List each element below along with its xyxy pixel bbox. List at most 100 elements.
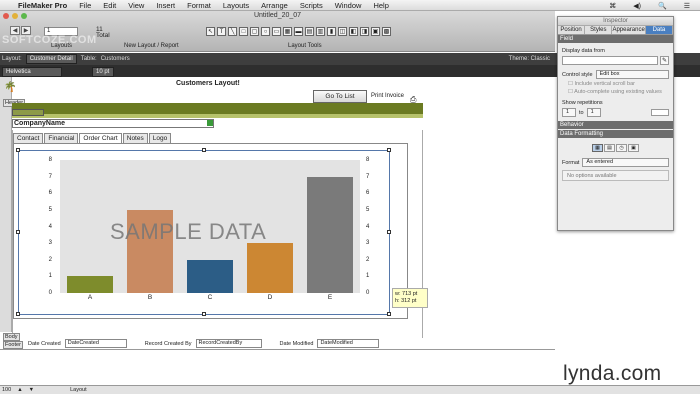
rep-from-field[interactable]: 1 <box>562 108 576 117</box>
y-tick-left: 3 <box>48 240 52 247</box>
tab-bar: Contact Financial Order Chart Notes Logo <box>13 133 172 143</box>
format-label: Format <box>562 159 580 166</box>
menu-help[interactable]: Help <box>367 1 394 10</box>
autocomplete-checkbox[interactable]: ☐ Auto-complete using existing values <box>558 88 673 96</box>
zoom-in-icon[interactable]: ▼ <box>29 387 34 393</box>
menu-format[interactable]: Format <box>181 1 217 10</box>
y-tick-right: 2 <box>366 256 370 263</box>
new-layout-button[interactable]: New Layout / Report <box>124 43 179 49</box>
y-tick-right: 4 <box>366 223 370 230</box>
edit-pencil-icon[interactable]: ✎ <box>660 56 669 65</box>
menu-app[interactable]: FileMaker Pro <box>12 1 73 10</box>
pointer-tool-icon[interactable]: ↖ <box>206 27 215 36</box>
y-tick-right: 7 <box>366 173 370 180</box>
header-mini-object[interactable] <box>12 109 44 116</box>
zoom-out-icon[interactable]: ▲ <box>17 387 22 393</box>
font-dropdown[interactable]: Helvetica <box>2 67 62 77</box>
oval-tool-icon[interactable]: ○ <box>261 27 270 36</box>
time-format-icon[interactable]: ◷ <box>616 144 627 152</box>
y-tick-right: 3 <box>366 240 370 247</box>
slide-control-tool-icon[interactable]: ◨ <box>360 27 369 36</box>
tab-notes[interactable]: Notes <box>122 133 148 143</box>
menu-insert[interactable]: Insert <box>150 1 181 10</box>
number-format-icon[interactable]: ▦ <box>592 144 603 152</box>
portal-tool-icon[interactable]: ▥ <box>316 27 325 36</box>
date-modified-field[interactable]: DateModified <box>317 339 380 348</box>
chart-bar-a <box>67 276 113 293</box>
menu-file[interactable]: File <box>73 1 97 10</box>
tab-control-tool-icon[interactable]: ▤ <box>305 27 314 36</box>
control-tool-icon[interactable]: ▦ <box>283 27 292 36</box>
font-size-dropdown[interactable]: 10 pt <box>92 67 114 77</box>
menu-view[interactable]: View <box>122 1 150 10</box>
goto-list-button[interactable]: Go To List <box>313 90 367 103</box>
behavior-section-header[interactable]: Behavior <box>558 121 673 129</box>
tab-financial[interactable]: Financial <box>44 133 79 143</box>
header-band-lower <box>12 114 423 118</box>
manage-label[interactable]: nage <box>680 43 693 49</box>
zoom-window-icon[interactable] <box>21 13 27 19</box>
display-data-field[interactable] <box>562 56 658 65</box>
mode-label[interactable]: Layout <box>70 387 87 393</box>
print-invoice-button[interactable]: Print Invoice <box>371 93 404 99</box>
y-axis-right: 0 1 2 3 4 5 6 7 8 <box>364 157 378 296</box>
field-tool-icon[interactable]: ▭ <box>272 27 281 36</box>
zoom-level[interactable]: 100 <box>2 387 11 393</box>
vertical-scroll-checkbox[interactable]: ☐ Include vertical scroll bar <box>558 80 673 88</box>
inspector-title: Inspector <box>558 17 673 26</box>
control-style-dropdown[interactable]: Edit box <box>595 70 669 79</box>
inspector-tab-styles[interactable]: Styles <box>585 26 613 34</box>
display-data-label: Display data from <box>562 48 605 54</box>
format-dropdown[interactable]: As entered <box>582 158 669 167</box>
text-tool-icon[interactable]: T <box>217 27 226 36</box>
tab-logo[interactable]: Logo <box>148 133 172 143</box>
record-by-field[interactable]: RecordCreatedBy <box>195 339 262 348</box>
rep-to-field[interactable]: 1 <box>586 108 601 117</box>
menu-bar: FileMaker Pro File Edit View Insert Form… <box>0 0 700 11</box>
menu-window[interactable]: Window <box>329 1 368 10</box>
theme-label[interactable]: Theme: Classic <box>509 56 550 62</box>
tab-contact[interactable]: Contact <box>13 133 44 143</box>
spotlight-icon[interactable]: 🔍 <box>652 2 673 10</box>
graphic-format-icon[interactable]: ▣ <box>628 144 639 152</box>
company-name-field[interactable]: CompanyName <box>12 119 214 128</box>
layout-tools-row: ↖ T ╲ □ ▢ ○ ▭ ▦ ▬ ▤ ▥ ▮ ◫ ◧ ◨ ▣ ▩ <box>206 27 391 36</box>
date-modified-label: Date Modified <box>279 340 314 347</box>
repetition-orientation-icon[interactable] <box>651 109 669 116</box>
inspector-tab-data[interactable]: Data <box>645 26 674 34</box>
chart-bar-d <box>247 243 293 293</box>
tab-order-chart[interactable]: Order Chart <box>79 133 122 143</box>
date-format-icon[interactable]: ▤ <box>604 144 615 152</box>
date-created-field[interactable]: DateCreated <box>64 339 127 348</box>
inspector-tab-appearance[interactable]: Appearance <box>612 26 646 34</box>
menu-scripts[interactable]: Scripts <box>294 1 329 10</box>
popover-tool-icon[interactable]: ◧ <box>349 27 358 36</box>
record-total: 11 Total <box>96 26 110 39</box>
line-tool-icon[interactable]: ╲ <box>228 27 237 36</box>
date-created-label: Date Created <box>28 340 61 347</box>
field-section-header[interactable]: Field <box>558 35 673 43</box>
layout-dropdown[interactable]: Customer Detail <box>25 54 77 64</box>
close-window-icon[interactable] <box>3 13 9 19</box>
control-style-label: Control style <box>562 71 593 78</box>
menu-layouts[interactable]: Layouts <box>217 1 255 10</box>
chart-tool-icon[interactable]: ▮ <box>327 27 336 36</box>
button-tool-icon[interactable]: ▬ <box>294 27 303 36</box>
list-icon[interactable]: ☰ <box>678 2 696 10</box>
status-icon-1[interactable]: ⌘ <box>603 2 622 10</box>
field-picker-icon[interactable]: ▣ <box>371 27 380 36</box>
rectangle-tool-icon[interactable]: □ <box>239 27 248 36</box>
inspector-tab-position[interactable]: Position <box>558 26 586 34</box>
footer-part-label[interactable]: Footer <box>3 341 23 349</box>
menu-arrange[interactable]: Arrange <box>255 1 294 10</box>
body-part-label[interactable]: Body <box>3 333 20 341</box>
minimize-window-icon[interactable] <box>12 13 18 19</box>
data-formatting-section-header[interactable]: Data Formatting <box>558 130 673 138</box>
size-height: h: 312 pt <box>395 298 417 304</box>
volume-icon[interactable]: ◀) <box>627 2 647 10</box>
size-width: w: 713 pt <box>395 291 418 297</box>
rounded-rect-tool-icon[interactable]: ▢ <box>250 27 259 36</box>
format-painter-icon[interactable]: ▩ <box>382 27 391 36</box>
menu-edit[interactable]: Edit <box>97 1 122 10</box>
webviewer-tool-icon[interactable]: ◫ <box>338 27 347 36</box>
